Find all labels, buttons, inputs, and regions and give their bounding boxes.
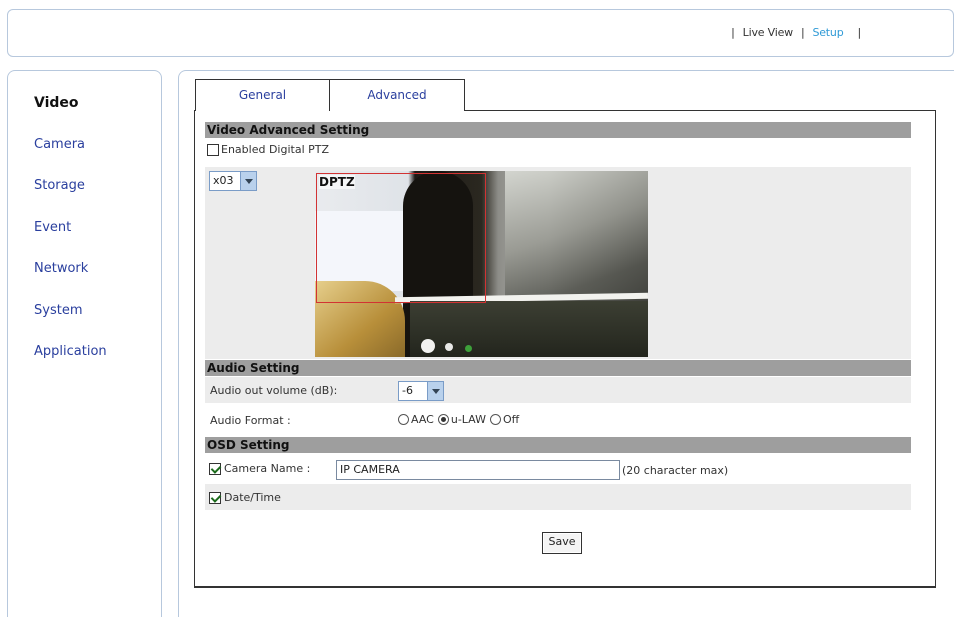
preview-light-dot xyxy=(421,339,435,353)
audio-format-off-radio[interactable] xyxy=(489,414,501,425)
audio-format-off-label: Off xyxy=(502,413,520,426)
sidebar: Video Camera Storage Event Network Syste… xyxy=(7,70,162,617)
sidebar-item-video[interactable]: Video xyxy=(34,95,107,137)
main-panel: General Advanced Video Advanced Setting … xyxy=(178,70,954,617)
preview-green-dot xyxy=(465,345,472,352)
nav-setup-link[interactable]: Setup xyxy=(812,26,843,39)
nav-separator: | xyxy=(731,26,735,39)
section-header-video-advanced: Video Advanced Setting xyxy=(205,122,911,138)
digital-ptz-label: Enabled Digital PTZ xyxy=(221,143,330,156)
datetime-label: Date/Time xyxy=(224,491,281,504)
datetime-row xyxy=(205,484,911,510)
sidebar-item-camera[interactable]: Camera xyxy=(34,137,107,179)
audio-volume-label: Audio out volume (dB): xyxy=(210,384,338,397)
audio-volume-value: -6 xyxy=(402,384,413,397)
camera-name-input[interactable]: IP CAMERA xyxy=(336,460,620,480)
ptz-region-label: DPTZ xyxy=(319,175,355,189)
camera-name-label: Camera Name : xyxy=(224,462,311,475)
zoom-select[interactable]: x03 xyxy=(209,171,257,191)
datetime-checkbox[interactable] xyxy=(209,491,221,504)
tab-advanced[interactable]: Advanced xyxy=(330,79,465,111)
sidebar-item-event[interactable]: Event xyxy=(34,220,107,262)
digital-ptz-checkbox[interactable] xyxy=(207,143,219,156)
tab-bar: General Advanced xyxy=(195,79,465,111)
audio-format-ulaw-radio[interactable] xyxy=(437,414,449,425)
audio-format-aac-radio[interactable] xyxy=(398,414,409,425)
preview-light-dot xyxy=(445,343,453,351)
top-header: | Live View | Setup | xyxy=(7,9,954,57)
audio-volume-select[interactable]: -6 xyxy=(398,381,444,401)
camera-name-row: Camera Name : xyxy=(209,462,310,475)
settings-content: Video Advanced Setting Enabled Digital P… xyxy=(194,110,936,588)
tab-general[interactable]: General xyxy=(195,79,330,111)
datetime-control: Date/Time xyxy=(209,491,281,504)
zoom-select-value: x03 xyxy=(213,174,234,187)
audio-format-options: AAC u-LAW Off xyxy=(398,413,519,426)
nav-separator: | xyxy=(800,26,805,39)
audio-format-label: Audio Format : xyxy=(210,414,291,427)
section-header-osd: OSD Setting xyxy=(205,437,911,453)
nav-live-view-link[interactable]: Live View xyxy=(743,26,793,39)
sidebar-item-storage[interactable]: Storage xyxy=(34,178,107,220)
chevron-down-icon xyxy=(240,172,256,190)
top-nav: | Live View | Setup | xyxy=(723,26,869,39)
ptz-region-box[interactable] xyxy=(316,173,486,303)
audio-format-ulaw-label: u-LAW xyxy=(450,413,486,426)
sidebar-item-system[interactable]: System xyxy=(34,303,107,345)
sidebar-item-network[interactable]: Network xyxy=(34,261,107,303)
digital-ptz-row: Enabled Digital PTZ xyxy=(207,143,329,156)
audio-format-aac-label: AAC xyxy=(411,413,434,426)
nav-separator: | xyxy=(857,26,861,39)
sidebar-item-application[interactable]: Application xyxy=(34,344,107,386)
camera-name-checkbox[interactable] xyxy=(209,462,221,475)
section-header-audio: Audio Setting xyxy=(205,360,911,376)
sidebar-menu: Video Camera Storage Event Network Syste… xyxy=(34,95,107,386)
camera-preview-image[interactable]: DPTZ xyxy=(315,171,648,357)
camera-name-hint: (20 character max) xyxy=(622,464,729,477)
chevron-down-icon xyxy=(427,382,443,400)
save-button[interactable]: Save xyxy=(542,532,582,554)
